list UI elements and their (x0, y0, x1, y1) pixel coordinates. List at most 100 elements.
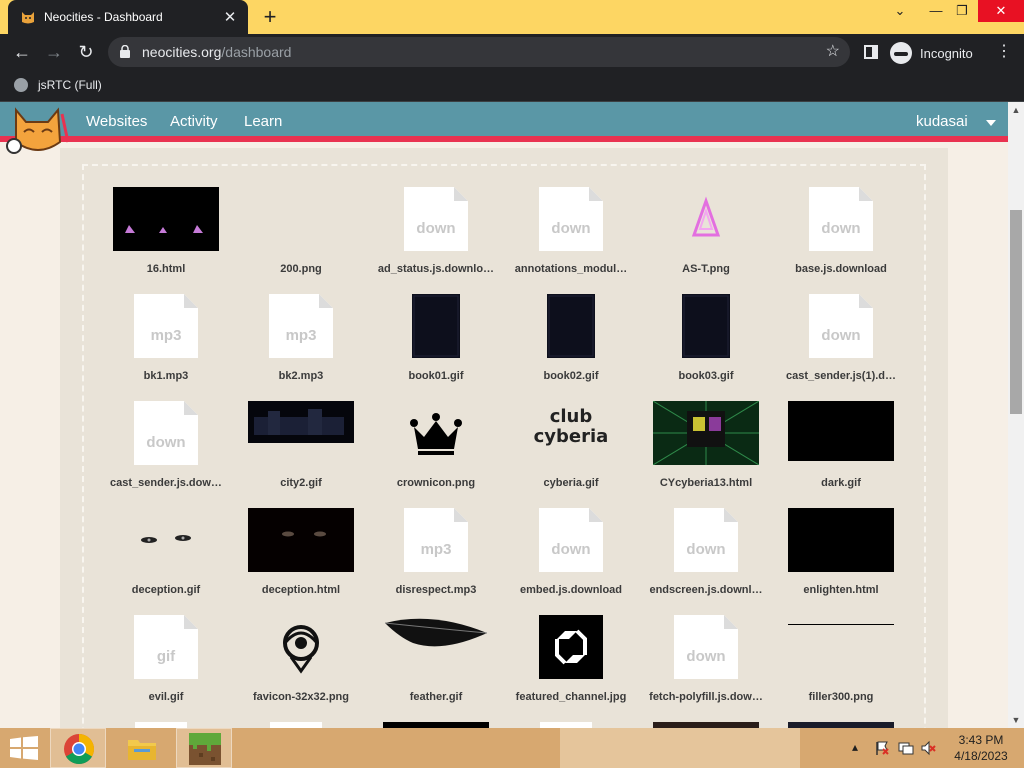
mp3-file-icon: mp3 (134, 294, 198, 358)
bookmark-star-icon[interactable]: ☆ (826, 37, 840, 67)
chevron-up-icon[interactable]: ▴ (852, 740, 858, 754)
file-item[interactable]: book01.gif (371, 294, 501, 390)
scroll-up-icon[interactable]: ▲ (1008, 102, 1024, 118)
file-name: AS-T.png (682, 263, 730, 275)
taskbar-file-explorer[interactable] (114, 728, 170, 768)
bookmarks-bar: jsRTC (Full) (0, 70, 1024, 102)
file-item[interactable]: enlighten.html (776, 508, 906, 604)
mp3-file-icon: mp3 (269, 294, 333, 358)
file-item[interactable]: down fetch-polyfill.js.dow… (641, 615, 771, 711)
file-item[interactable]: city2.gif (236, 401, 366, 497)
file-item[interactable]: mp3 disrespect.mp3 (371, 508, 501, 604)
download-file-icon: down (674, 508, 738, 572)
network-icon[interactable] (898, 740, 914, 756)
file-thumbnail (788, 508, 894, 572)
url-text: neocities.org/dashboard (142, 37, 291, 67)
flag-icon[interactable] (874, 740, 890, 756)
download-file-icon: down (674, 615, 738, 679)
file-item[interactable]: dark.gif (776, 401, 906, 497)
tab-close-icon[interactable]: ✕ (220, 8, 240, 26)
file-name: annotations_modul… (514, 263, 628, 275)
close-window-button[interactable]: ✕ (978, 0, 1024, 22)
globe-icon (14, 78, 28, 92)
minecraft-grass-block-icon (189, 733, 221, 765)
file-item[interactable]: down annotations_modul… (506, 187, 636, 283)
file-name: disrespect.mp3 (395, 584, 477, 596)
address-bar[interactable]: neocities.org/dashboard ☆ (108, 37, 850, 67)
file-name: endscreen.js.downl… (649, 584, 763, 596)
mp3-file-icon: mp3 (404, 508, 468, 572)
file-item[interactable]: deception.gif (101, 508, 231, 604)
file-name: book01.gif (408, 370, 464, 382)
file-name: book02.gif (543, 370, 599, 382)
file-item[interactable]: filler300.png (776, 615, 906, 711)
file-item[interactable]: book03.gif (641, 294, 771, 390)
file-item[interactable]: 200.png (236, 187, 366, 283)
scrollbar-thumb[interactable] (1010, 210, 1022, 414)
nav-websites[interactable]: Websites (86, 113, 147, 130)
new-tab-button[interactable]: + (258, 5, 282, 29)
file-item[interactable]: 16.html (101, 187, 231, 283)
file-thumbnail (412, 294, 460, 358)
chevron-down-icon[interactable] (986, 120, 996, 126)
file-item[interactable]: down endscreen.js.downl… (641, 508, 771, 604)
file-thumbnail (682, 294, 730, 358)
page-scrollbar[interactable]: ▲ ▼ (1008, 102, 1024, 728)
file-name: city2.gif (280, 477, 322, 489)
eye-emblem-icon (283, 625, 319, 674)
download-file-icon: down (809, 187, 873, 251)
forward-icon[interactable]: → (42, 40, 66, 64)
user-menu[interactable]: kudasai (916, 113, 968, 130)
taskbar-clock[interactable]: 3:43 PM 4/18/2023 (950, 732, 1012, 764)
browser-menu-icon[interactable]: ⋮ (996, 42, 1012, 62)
file-item[interactable]: club cyberia cyberia.gif (506, 401, 636, 497)
file-item[interactable]: crownicon.png (371, 401, 501, 497)
file-thumbnail (653, 401, 759, 465)
bookmark-label: jsRTC (Full) (38, 78, 102, 92)
file-item[interactable]: down ad_status.js.downlo… (371, 187, 501, 283)
incognito-label: Incognito (920, 45, 973, 61)
lock-icon (120, 45, 130, 58)
file-item[interactable]: favicon-32x32.png (236, 615, 366, 711)
back-icon[interactable]: ← (10, 40, 34, 64)
file-name: CYcyberia13.html (659, 477, 753, 489)
file-item[interactable]: feather.gif (371, 615, 501, 711)
file-name: favicon-32x32.png (253, 691, 349, 703)
bookmark-item[interactable]: jsRTC (Full) (14, 78, 102, 92)
file-browser-panel: 16.html 200.png down ad_status.js.downlo… (60, 148, 948, 728)
side-panel-icon[interactable] (864, 45, 878, 59)
file-item[interactable]: mp3 bk2.mp3 (236, 294, 366, 390)
file-item[interactable]: AS-T.png (641, 187, 771, 283)
site-nav: Websites Activity Learn kudasai (0, 102, 1008, 154)
volume-muted-icon[interactable] (920, 740, 936, 756)
taskbar-minecraft[interactable] (176, 728, 232, 768)
file-item[interactable]: gif evil.gif (101, 615, 231, 711)
file-name: filler300.png (808, 691, 874, 703)
incognito-indicator[interactable]: Incognito (890, 40, 973, 66)
incognito-icon (890, 42, 912, 64)
file-item[interactable]: deception.html (236, 508, 366, 604)
screen: { "browser": { "tab_title": "Neocities -… (0, 0, 1024, 768)
file-item[interactable]: down cast_sender.js(1).d… (776, 294, 906, 390)
windows-start-icon[interactable] (10, 736, 38, 760)
tab-search-icon[interactable]: ⌄ (884, 0, 916, 22)
taskbar-chrome[interactable] (50, 728, 106, 768)
file-name: embed.js.download (519, 584, 623, 596)
file-item[interactable]: featured_channel.jpg (506, 615, 636, 711)
file-item[interactable]: down embed.js.download (506, 508, 636, 604)
eyes-image (141, 535, 191, 543)
browser-tab[interactable]: Neocities - Dashboard ✕ (8, 0, 248, 34)
reload-icon[interactable]: ↻ (74, 40, 98, 64)
nav-activity[interactable]: Activity (170, 113, 218, 130)
scroll-down-icon[interactable]: ▼ (1008, 712, 1024, 728)
restore-button[interactable]: ❐ (946, 0, 978, 22)
url-path: /dashboard (221, 44, 292, 60)
file-item[interactable]: down base.js.download (776, 187, 906, 283)
nav-learn[interactable]: Learn (244, 113, 282, 130)
file-thumbnail (547, 294, 595, 358)
file-item[interactable]: CYcyberia13.html (641, 401, 771, 497)
file-item[interactable]: book02.gif (506, 294, 636, 390)
file-item[interactable]: mp3 bk1.mp3 (101, 294, 231, 390)
file-item[interactable]: down cast_sender.js.dow… (101, 401, 231, 497)
cyberia-logo: club cyberia (533, 406, 609, 447)
